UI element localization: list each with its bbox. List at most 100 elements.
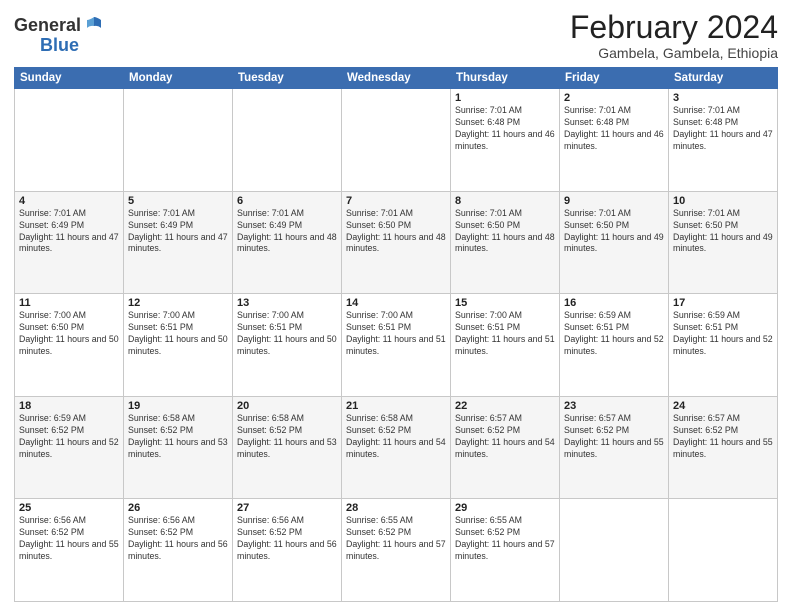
- day-info: Sunrise: 7:00 AMSunset: 6:51 PMDaylight:…: [455, 310, 555, 358]
- day-info: Sunrise: 6:55 AMSunset: 6:52 PMDaylight:…: [455, 515, 555, 563]
- col-header-thursday: Thursday: [451, 68, 560, 89]
- calendar-cell: 20Sunrise: 6:58 AMSunset: 6:52 PMDayligh…: [233, 396, 342, 499]
- day-number: 11: [19, 297, 119, 309]
- calendar-cell: 14Sunrise: 7:00 AMSunset: 6:51 PMDayligh…: [342, 294, 451, 397]
- day-info: Sunrise: 7:01 AMSunset: 6:49 PMDaylight:…: [128, 208, 228, 256]
- day-info: Sunrise: 6:57 AMSunset: 6:52 PMDaylight:…: [673, 413, 773, 461]
- day-info: Sunrise: 6:59 AMSunset: 6:51 PMDaylight:…: [673, 310, 773, 358]
- day-number: 9: [564, 195, 664, 207]
- day-number: 24: [673, 400, 773, 412]
- calendar-cell: 12Sunrise: 7:00 AMSunset: 6:51 PMDayligh…: [124, 294, 233, 397]
- day-number: 3: [673, 92, 773, 104]
- day-number: 10: [673, 195, 773, 207]
- logo-icon: [83, 14, 105, 36]
- day-info: Sunrise: 6:58 AMSunset: 6:52 PMDaylight:…: [237, 413, 337, 461]
- day-number: 18: [19, 400, 119, 412]
- day-number: 19: [128, 400, 228, 412]
- day-info: Sunrise: 6:57 AMSunset: 6:52 PMDaylight:…: [455, 413, 555, 461]
- day-number: 29: [455, 502, 555, 514]
- calendar-cell: 6Sunrise: 7:01 AMSunset: 6:49 PMDaylight…: [233, 191, 342, 294]
- day-number: 2: [564, 92, 664, 104]
- calendar-cell: 7Sunrise: 7:01 AMSunset: 6:50 PMDaylight…: [342, 191, 451, 294]
- logo: General Blue: [14, 14, 105, 54]
- day-info: Sunrise: 7:01 AMSunset: 6:48 PMDaylight:…: [564, 105, 664, 153]
- calendar-cell: 2Sunrise: 7:01 AMSunset: 6:48 PMDaylight…: [560, 89, 669, 192]
- calendar-cell: 9Sunrise: 7:01 AMSunset: 6:50 PMDaylight…: [560, 191, 669, 294]
- col-header-tuesday: Tuesday: [233, 68, 342, 89]
- day-number: 27: [237, 502, 337, 514]
- day-number: 8: [455, 195, 555, 207]
- day-info: Sunrise: 6:58 AMSunset: 6:52 PMDaylight:…: [346, 413, 446, 461]
- calendar-cell: [560, 499, 669, 602]
- day-info: Sunrise: 7:01 AMSunset: 6:49 PMDaylight:…: [237, 208, 337, 256]
- calendar-cell: 4Sunrise: 7:01 AMSunset: 6:49 PMDaylight…: [15, 191, 124, 294]
- day-number: 28: [346, 502, 446, 514]
- day-number: 4: [19, 195, 119, 207]
- calendar-cell: 18Sunrise: 6:59 AMSunset: 6:52 PMDayligh…: [15, 396, 124, 499]
- month-title: February 2024: [570, 10, 778, 45]
- calendar-cell: 25Sunrise: 6:56 AMSunset: 6:52 PMDayligh…: [15, 499, 124, 602]
- day-number: 6: [237, 195, 337, 207]
- day-info: Sunrise: 6:56 AMSunset: 6:52 PMDaylight:…: [237, 515, 337, 563]
- week-row-5: 25Sunrise: 6:56 AMSunset: 6:52 PMDayligh…: [15, 499, 778, 602]
- calendar-cell: 13Sunrise: 7:00 AMSunset: 6:51 PMDayligh…: [233, 294, 342, 397]
- logo-general: General: [14, 16, 81, 34]
- day-number: 13: [237, 297, 337, 309]
- day-info: Sunrise: 6:58 AMSunset: 6:52 PMDaylight:…: [128, 413, 228, 461]
- day-info: Sunrise: 7:01 AMSunset: 6:48 PMDaylight:…: [455, 105, 555, 153]
- col-header-sunday: Sunday: [15, 68, 124, 89]
- day-info: Sunrise: 6:57 AMSunset: 6:52 PMDaylight:…: [564, 413, 664, 461]
- day-number: 15: [455, 297, 555, 309]
- day-number: 17: [673, 297, 773, 309]
- day-number: 26: [128, 502, 228, 514]
- calendar-cell: 3Sunrise: 7:01 AMSunset: 6:48 PMDaylight…: [669, 89, 778, 192]
- col-header-friday: Friday: [560, 68, 669, 89]
- calendar-cell: 21Sunrise: 6:58 AMSunset: 6:52 PMDayligh…: [342, 396, 451, 499]
- calendar: SundayMondayTuesdayWednesdayThursdayFrid…: [14, 67, 778, 602]
- calendar-cell: 5Sunrise: 7:01 AMSunset: 6:49 PMDaylight…: [124, 191, 233, 294]
- day-number: 12: [128, 297, 228, 309]
- page: General Blue February 2024 Gambela, Gamb…: [0, 0, 792, 612]
- day-info: Sunrise: 6:56 AMSunset: 6:52 PMDaylight:…: [19, 515, 119, 563]
- day-info: Sunrise: 7:01 AMSunset: 6:49 PMDaylight:…: [19, 208, 119, 256]
- calendar-cell: [124, 89, 233, 192]
- day-info: Sunrise: 7:00 AMSunset: 6:51 PMDaylight:…: [128, 310, 228, 358]
- day-info: Sunrise: 7:01 AMSunset: 6:50 PMDaylight:…: [346, 208, 446, 256]
- header: General Blue February 2024 Gambela, Gamb…: [14, 10, 778, 61]
- day-number: 7: [346, 195, 446, 207]
- day-info: Sunrise: 7:01 AMSunset: 6:50 PMDaylight:…: [673, 208, 773, 256]
- location-subtitle: Gambela, Gambela, Ethiopia: [570, 45, 778, 61]
- col-header-saturday: Saturday: [669, 68, 778, 89]
- day-info: Sunrise: 6:59 AMSunset: 6:52 PMDaylight:…: [19, 413, 119, 461]
- calendar-cell: 22Sunrise: 6:57 AMSunset: 6:52 PMDayligh…: [451, 396, 560, 499]
- day-number: 1: [455, 92, 555, 104]
- week-row-4: 18Sunrise: 6:59 AMSunset: 6:52 PMDayligh…: [15, 396, 778, 499]
- calendar-cell: 19Sunrise: 6:58 AMSunset: 6:52 PMDayligh…: [124, 396, 233, 499]
- day-info: Sunrise: 7:01 AMSunset: 6:48 PMDaylight:…: [673, 105, 773, 153]
- calendar-cell: 26Sunrise: 6:56 AMSunset: 6:52 PMDayligh…: [124, 499, 233, 602]
- calendar-cell: 24Sunrise: 6:57 AMSunset: 6:52 PMDayligh…: [669, 396, 778, 499]
- week-row-3: 11Sunrise: 7:00 AMSunset: 6:50 PMDayligh…: [15, 294, 778, 397]
- calendar-cell: [15, 89, 124, 192]
- calendar-cell: 27Sunrise: 6:56 AMSunset: 6:52 PMDayligh…: [233, 499, 342, 602]
- day-number: 16: [564, 297, 664, 309]
- col-header-monday: Monday: [124, 68, 233, 89]
- calendar-cell: 28Sunrise: 6:55 AMSunset: 6:52 PMDayligh…: [342, 499, 451, 602]
- calendar-cell: 15Sunrise: 7:00 AMSunset: 6:51 PMDayligh…: [451, 294, 560, 397]
- day-info: Sunrise: 7:01 AMSunset: 6:50 PMDaylight:…: [564, 208, 664, 256]
- col-header-wednesday: Wednesday: [342, 68, 451, 89]
- day-info: Sunrise: 7:00 AMSunset: 6:50 PMDaylight:…: [19, 310, 119, 358]
- logo-blue: Blue: [40, 36, 79, 54]
- week-row-2: 4Sunrise: 7:01 AMSunset: 6:49 PMDaylight…: [15, 191, 778, 294]
- day-number: 5: [128, 195, 228, 207]
- day-number: 22: [455, 400, 555, 412]
- day-number: 21: [346, 400, 446, 412]
- day-info: Sunrise: 7:00 AMSunset: 6:51 PMDaylight:…: [346, 310, 446, 358]
- calendar-cell: 10Sunrise: 7:01 AMSunset: 6:50 PMDayligh…: [669, 191, 778, 294]
- title-block: February 2024 Gambela, Gambela, Ethiopia: [570, 10, 778, 61]
- day-number: 14: [346, 297, 446, 309]
- day-number: 23: [564, 400, 664, 412]
- week-row-1: 1Sunrise: 7:01 AMSunset: 6:48 PMDaylight…: [15, 89, 778, 192]
- calendar-cell: 1Sunrise: 7:01 AMSunset: 6:48 PMDaylight…: [451, 89, 560, 192]
- day-number: 25: [19, 502, 119, 514]
